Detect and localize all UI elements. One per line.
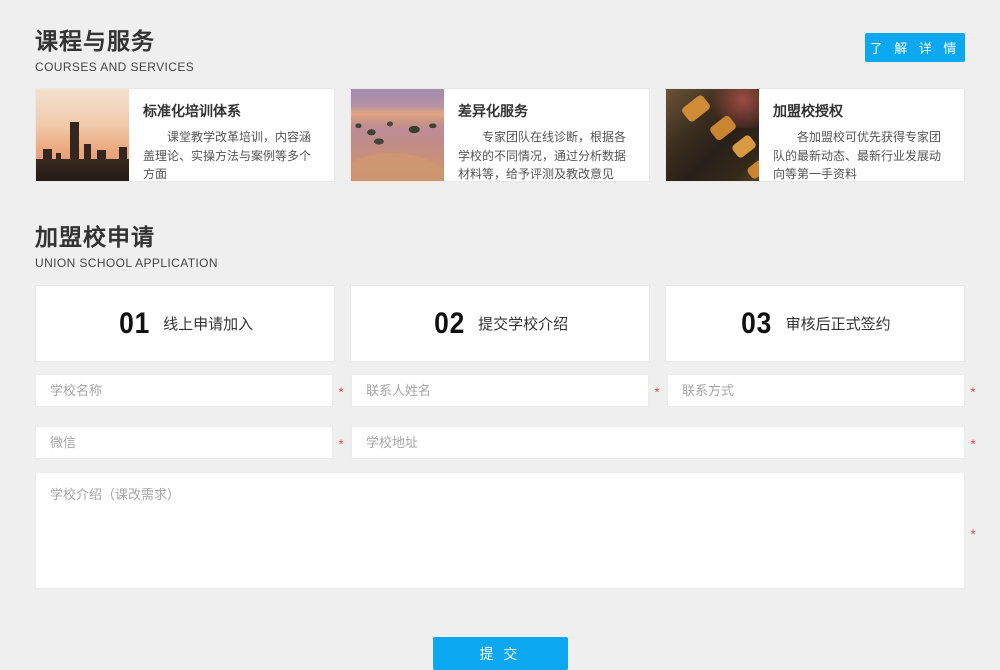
step-label: 审核后正式签约: [786, 313, 891, 334]
application-section-title: 加盟校申请: [35, 218, 965, 252]
required-marker: *: [336, 384, 346, 399]
required-marker: *: [968, 436, 978, 451]
form-row: * * *: [35, 374, 965, 407]
school-name-field: *: [35, 374, 333, 407]
application-form: * * * * *: [35, 374, 965, 670]
card-differentiated-service: 差异化服务 专家团队在线诊断，根据各学校的不同情况，通过分析数据材料等，给予评测…: [350, 88, 650, 182]
contact-name-field: *: [351, 374, 649, 407]
step-sign-contract: 03 审核后正式签约: [665, 285, 965, 362]
card-description: 专家团队在线诊断，根据各学校的不同情况，通过分析数据材料等，给予评测及教改意见: [458, 128, 637, 182]
courses-section-subtitle: COURSES AND SERVICES: [35, 60, 965, 74]
courses-section-title: 课程与服务: [35, 22, 965, 56]
card-description: 各加盟校可优先获得专家团队的最新动态、最新行业发展动向等第一手资料: [773, 128, 952, 182]
school-name-input[interactable]: [35, 374, 333, 407]
step-number: 01: [119, 307, 150, 341]
step-label: 提交学校介绍: [478, 313, 568, 334]
page: 课程与服务 COURSES AND SERVICES 了 解 详 情 标准化培训…: [0, 0, 1000, 667]
required-marker: *: [968, 384, 978, 399]
desert-dusk-image: [351, 89, 444, 181]
form-row: * *: [35, 426, 965, 459]
course-cards: 标准化培训体系 课堂教学改革培训，内容涵盖理论、实操方法与案例等多个方面 差异化…: [35, 88, 965, 182]
card-title: 加盟校授权: [773, 101, 952, 121]
learn-more-button[interactable]: 了 解 详 情: [865, 33, 965, 62]
step-submit-introduction: 02 提交学校介绍: [350, 285, 650, 362]
card-title: 标准化培训体系: [143, 101, 322, 121]
courses-section: 课程与服务 COURSES AND SERVICES 了 解 详 情 标准化培训…: [35, 0, 965, 182]
card-title: 差异化服务: [458, 101, 637, 121]
contact-name-input[interactable]: [351, 374, 649, 407]
application-section: 加盟校申请 UNION SCHOOL APPLICATION 01 线上申请加入…: [35, 182, 965, 670]
city-skyline-sunset-image: [36, 89, 129, 181]
contact-info-field: *: [667, 374, 965, 407]
application-section-subtitle: UNION SCHOOL APPLICATION: [35, 256, 965, 270]
application-section-header: 加盟校申请 UNION SCHOOL APPLICATION: [35, 182, 965, 270]
step-number: 02: [434, 307, 465, 341]
courses-section-header: 课程与服务 COURSES AND SERVICES: [35, 0, 965, 74]
form-row: *: [35, 472, 965, 594]
required-marker: *: [336, 436, 346, 451]
step-label: 线上申请加入: [163, 313, 253, 334]
step-apply-online: 01 线上申请加入: [35, 285, 335, 362]
contact-info-input[interactable]: [667, 374, 965, 407]
film-strip-image: [666, 89, 759, 181]
card-body: 加盟校授权 各加盟校可优先获得专家团队的最新动态、最新行业发展动向等第一手资料: [759, 89, 964, 181]
required-marker: *: [968, 526, 978, 541]
card-franchise-authorization: 加盟校授权 各加盟校可优先获得专家团队的最新动态、最新行业发展动向等第一手资料: [665, 88, 965, 182]
step-number: 03: [741, 307, 772, 341]
school-address-field: *: [351, 426, 965, 459]
school-introduction-textarea[interactable]: [35, 472, 965, 589]
submit-button[interactable]: 提 交: [433, 637, 568, 670]
wechat-input[interactable]: [35, 426, 333, 459]
card-body: 差异化服务 专家团队在线诊断，根据各学校的不同情况，通过分析数据材料等，给予评测…: [444, 89, 649, 181]
school-introduction-field: *: [35, 472, 965, 594]
card-body: 标准化培训体系 课堂教学改革培训，内容涵盖理论、实操方法与案例等多个方面: [129, 89, 334, 181]
school-address-input[interactable]: [351, 426, 965, 459]
card-standard-training: 标准化培训体系 课堂教学改革培训，内容涵盖理论、实操方法与案例等多个方面: [35, 88, 335, 182]
wechat-field: *: [35, 426, 333, 459]
application-steps: 01 线上申请加入 02 提交学校介绍 03 审核后正式签约: [35, 285, 965, 362]
card-description: 课堂教学改革培训，内容涵盖理论、实操方法与案例等多个方面: [143, 128, 322, 182]
required-marker: *: [652, 384, 662, 399]
